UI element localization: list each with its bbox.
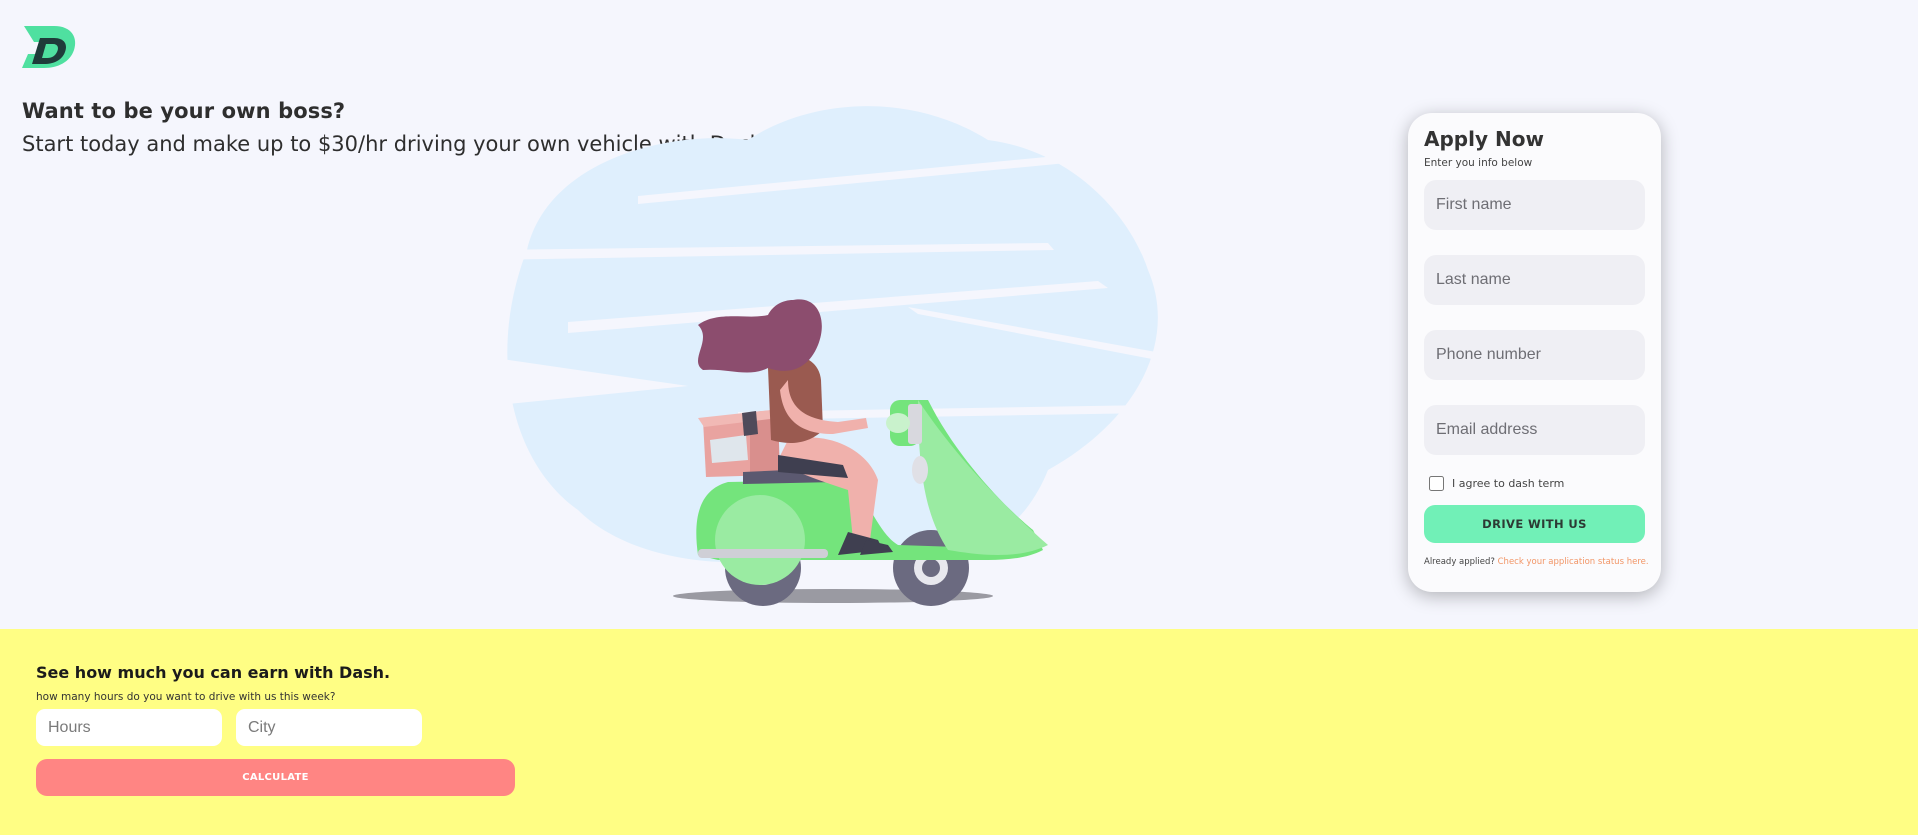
apply-subtitle: Enter you info below	[1424, 157, 1533, 169]
hero-title: Want to be your own boss?	[22, 99, 346, 123]
terms-row: I agree to dash term	[1429, 471, 1645, 495]
email-address-input[interactable]	[1424, 405, 1645, 455]
scooter-illustration	[488, 100, 1178, 610]
apply-form-card: Apply Now Enter you info below I agree t…	[1408, 113, 1661, 592]
check-status-link[interactable]: Check your application status here.	[1498, 557, 1649, 567]
apply-title: Apply Now	[1424, 127, 1544, 151]
phone-number-input[interactable]	[1424, 330, 1645, 380]
agree-terms-label[interactable]: I agree to dash term	[1452, 477, 1564, 490]
hours-input[interactable]	[36, 709, 222, 746]
last-name-input[interactable]	[1424, 255, 1645, 305]
earnings-calculator: See how much you can earn with Dash. how…	[0, 629, 1918, 835]
earn-subtitle: how many hours do you want to drive with…	[36, 691, 336, 703]
first-name-input[interactable]	[1424, 180, 1645, 230]
city-input[interactable]	[236, 709, 422, 746]
already-applied-text: Already applied?	[1424, 557, 1495, 567]
already-applied-row: Already applied? Check your application …	[1424, 557, 1649, 567]
earn-title: See how much you can earn with Dash.	[36, 663, 391, 682]
calculate-button[interactable]: CALCULATE	[36, 759, 515, 796]
drive-with-us-button[interactable]: DRIVE WITH US	[1424, 505, 1645, 543]
agree-terms-checkbox[interactable]	[1429, 475, 1444, 491]
dash-logo-icon[interactable]	[18, 24, 78, 68]
